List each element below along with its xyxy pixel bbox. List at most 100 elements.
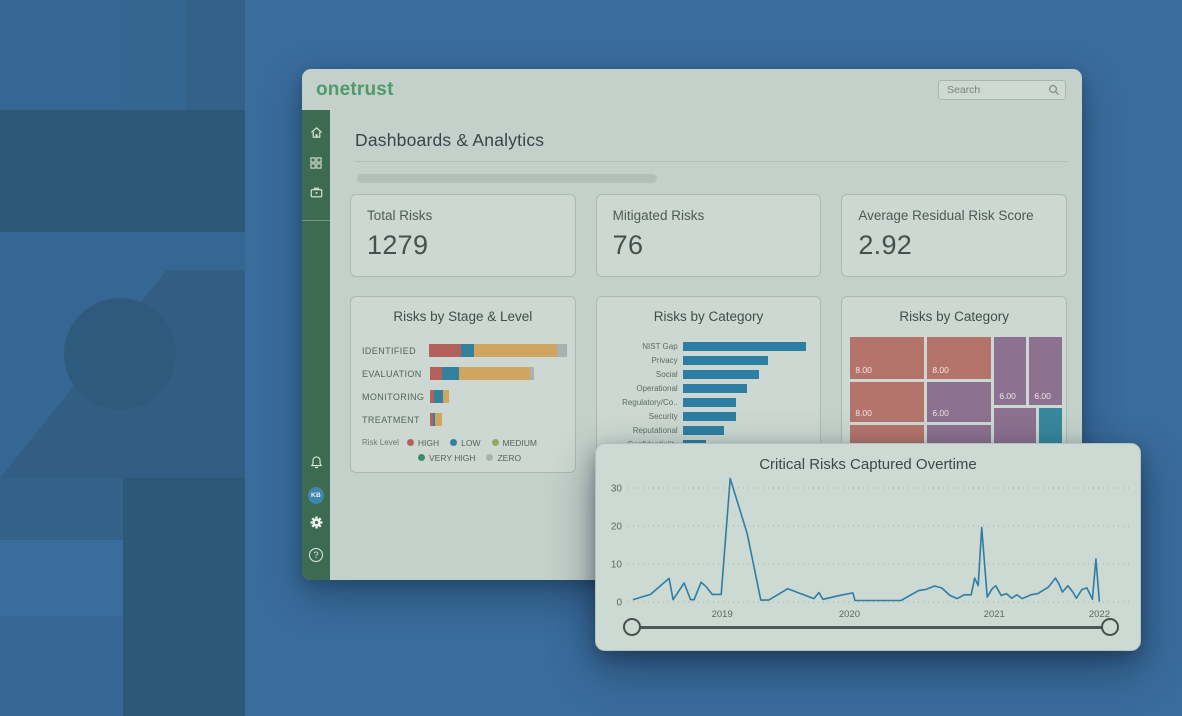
- y-tick-label: 0: [616, 598, 622, 609]
- stacked-bar: [430, 413, 442, 426]
- loading-skeleton-bar: [357, 174, 657, 183]
- slider-track[interactable]: [632, 626, 1110, 629]
- legend-item-label: VERY HIGH: [429, 453, 475, 463]
- line-chart: 01020302019202020212022: [604, 472, 1134, 622]
- bar-segment-medium: [443, 390, 449, 403]
- legend-item: MEDIUM: [492, 438, 537, 448]
- bell-icon: [309, 455, 324, 475]
- stage-label: TREATMENT: [362, 415, 430, 425]
- treemap-block: 8.00: [927, 337, 991, 379]
- slider-handle-end[interactable]: [1101, 618, 1119, 636]
- kpi-card-avg-residual-risk: Average Residual Risk Score 2.92: [841, 194, 1067, 277]
- category-row: Operational: [605, 381, 813, 395]
- page-title: Dashboards & Analytics: [355, 130, 1067, 151]
- legend-item-label: LOW: [461, 438, 480, 448]
- stacked-bar: [430, 390, 449, 403]
- legend-item: HIGH: [407, 438, 439, 448]
- category-row: Regulatory/Co..: [605, 395, 813, 409]
- legend-item: VERY HIGH: [418, 453, 475, 463]
- category-bars: NIST Gap Privacy SocialOperationalRegulato…: [605, 339, 813, 451]
- treemap-block: 8.00: [850, 382, 924, 422]
- treemap-block-label: 6.00: [932, 408, 949, 418]
- y-tick-label: 30: [611, 484, 623, 495]
- risk-level-legend: Risk Level HIGH LOW MEDIUM VERY HIGH ZERO: [362, 435, 575, 465]
- stage-row: TREATMENT: [362, 408, 567, 431]
- sidebar-item-notifications[interactable]: [308, 457, 324, 473]
- stacked-bar: [429, 344, 567, 357]
- chart-title: Risks by Category: [842, 309, 1066, 324]
- background-band: [0, 110, 245, 232]
- critical-risks-card: Critical Risks Captured Overtime 0102030…: [595, 443, 1141, 651]
- treemap-block-label: 6.00: [999, 391, 1016, 401]
- sidebar-item-help[interactable]: ?: [308, 547, 324, 563]
- sidebar-item-home[interactable]: [308, 127, 324, 143]
- sidebar-item-profile[interactable]: KB: [308, 487, 324, 503]
- kpi-label: Average Residual Risk Score: [858, 208, 1050, 223]
- stage-label: MONITORING: [362, 392, 430, 402]
- y-tick-label: 20: [611, 522, 623, 533]
- category-row: Social: [605, 367, 813, 381]
- legend-item: LOW: [450, 438, 480, 448]
- kpi-value: 76: [613, 230, 805, 261]
- stage-row: EVALUATION: [362, 362, 567, 385]
- search-box: [938, 80, 1066, 100]
- chart-title: Risks by Category: [597, 309, 821, 324]
- line-series: [633, 479, 1099, 602]
- sidebar-item-dashboards[interactable]: [308, 157, 324, 173]
- kpi-label: Total Risks: [367, 208, 559, 223]
- legend-item-label: HIGH: [418, 438, 439, 448]
- legend-dot: [450, 439, 457, 446]
- category-bar: [683, 412, 736, 421]
- chart-title: Risks by Stage & Level: [351, 309, 575, 324]
- search-input[interactable]: [938, 80, 1066, 100]
- help-icon: ?: [309, 548, 323, 562]
- kpi-card-total-risks: Total Risks 1279: [350, 194, 576, 277]
- sidebar: KB ?: [302, 110, 330, 580]
- stage-level-bars: IDENTIFIED EVALUATION MONITORING TREATMENT: [362, 339, 567, 431]
- category-bar: [683, 356, 768, 365]
- bar-segment-low: [442, 367, 459, 380]
- slider-handle-start[interactable]: [623, 618, 641, 636]
- sidebar-item-settings[interactable]: [308, 517, 324, 533]
- kpi-value: 2.92: [858, 230, 1050, 261]
- bar-segment-medium: [459, 367, 530, 380]
- sidebar-item-projects[interactable]: [308, 187, 324, 203]
- avatar: KB: [308, 487, 324, 504]
- bar-segment-medium: [474, 344, 557, 357]
- category-label: Reputational: [605, 426, 683, 435]
- background-column: [123, 478, 245, 716]
- background-column: [120, 0, 185, 110]
- category-bar: [683, 342, 806, 351]
- legend-item-label: ZERO: [497, 453, 521, 463]
- treemap-block: 6.00: [1029, 337, 1062, 405]
- treemap-block: 6.00: [994, 337, 1026, 405]
- legend-title: Risk Level: [362, 438, 399, 447]
- time-range-slider: [604, 612, 1134, 644]
- category-bar: [683, 384, 747, 393]
- stage-label: IDENTIFIED: [362, 346, 429, 356]
- category-label: NIST Gap: [605, 342, 683, 351]
- home-icon: [309, 125, 324, 145]
- y-tick-label: 10: [611, 560, 623, 571]
- legend-dot: [486, 454, 493, 461]
- search-icon: [1048, 84, 1060, 96]
- kpi-value: 1279: [367, 230, 559, 261]
- treemap-block: 6.00: [927, 382, 991, 422]
- treemap-block-label: 8.00: [855, 408, 872, 418]
- category-row: NIST Gap: [605, 339, 813, 353]
- category-bar: [683, 370, 759, 379]
- category-label: Security: [605, 412, 683, 421]
- gear-icon: [309, 515, 324, 535]
- bar-segment-low: [434, 390, 443, 403]
- kpi-row: Total Risks 1279 Mitigated Risks 76 Aver…: [350, 194, 1067, 277]
- onetrust-logo: onetrust: [316, 79, 394, 101]
- treemap-block-label: 6.00: [1034, 391, 1051, 401]
- treemap-block-label: 8.00: [855, 365, 872, 375]
- kpi-label: Mitigated Risks: [613, 208, 805, 223]
- category-row: Privacy: [605, 353, 813, 367]
- briefcase-icon: [309, 185, 324, 205]
- category-label: Privacy: [605, 356, 683, 365]
- stage-label: EVALUATION: [362, 369, 430, 379]
- bar-segment-medium: [435, 413, 442, 426]
- category-bar: [683, 398, 736, 407]
